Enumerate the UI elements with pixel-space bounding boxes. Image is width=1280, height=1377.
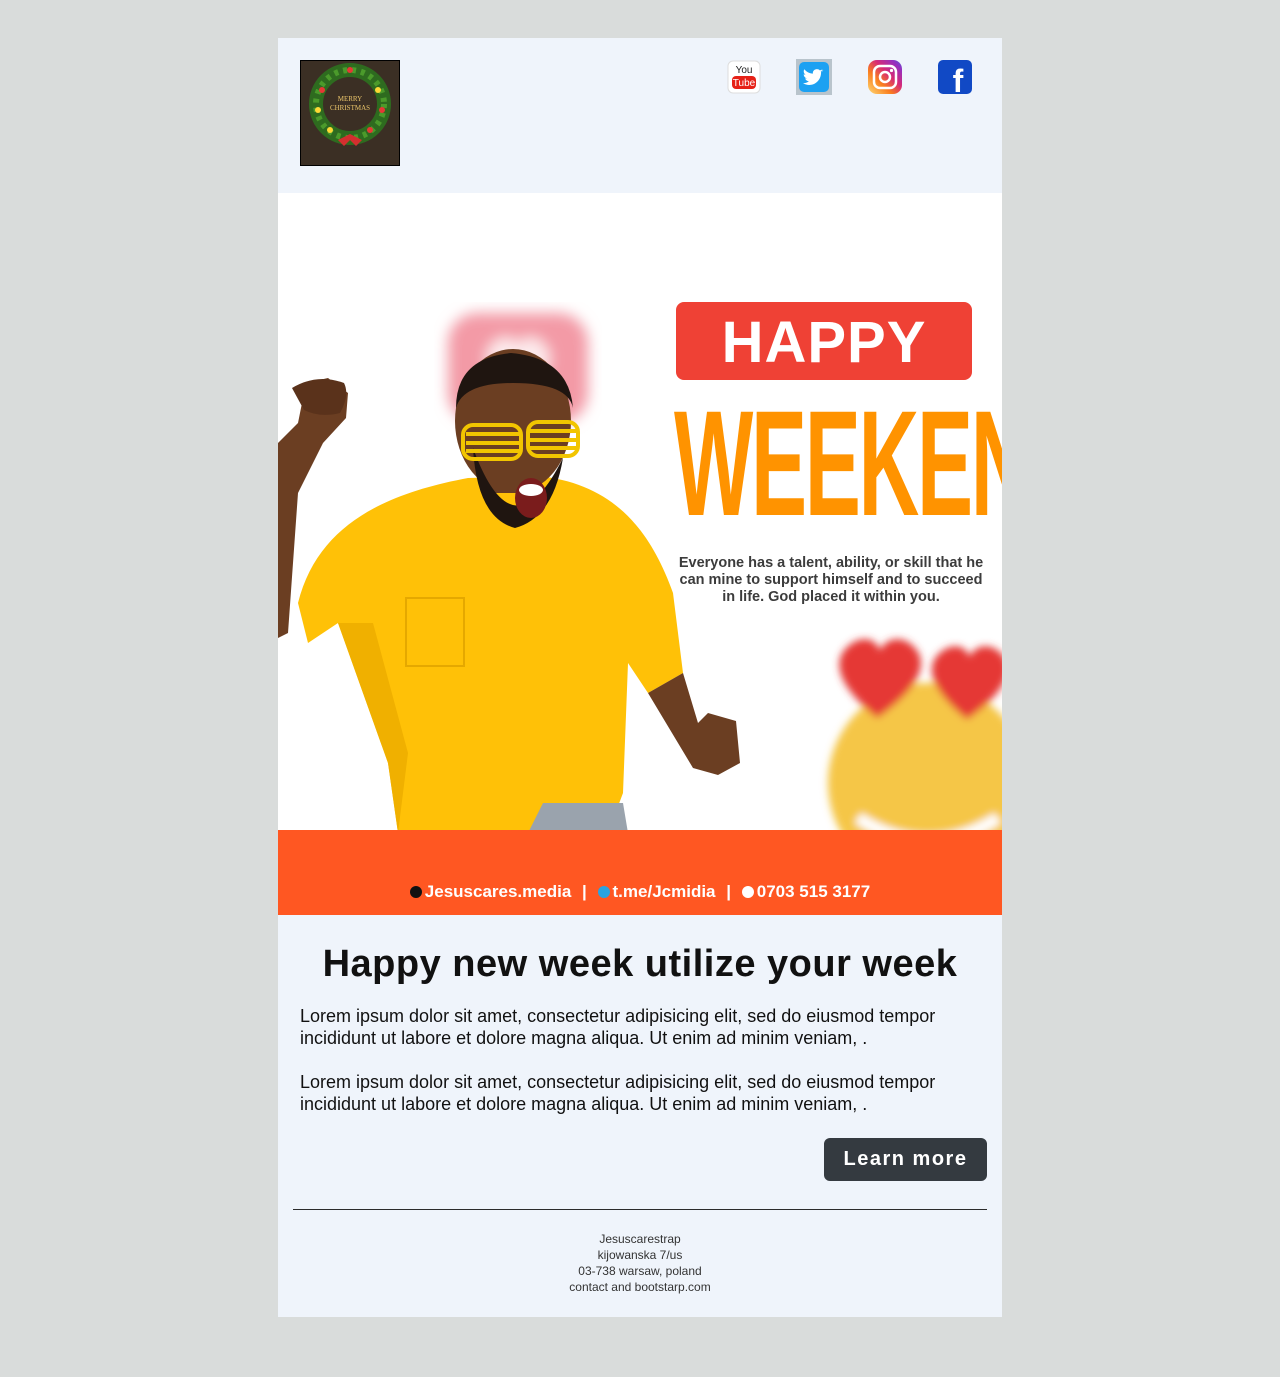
footer-contact: contact and bootstarp.com (569, 1280, 711, 1294)
phone-number: 0703 515 3177 (756, 882, 871, 901)
svg-text:You: You (736, 65, 753, 76)
footer-street: kijowanska 7/us (597, 1248, 683, 1262)
whatsapp-icon (741, 886, 754, 898)
happy-weekend-banner[interactable]: HAPPY WEEKEND Everyone has a talent, abi… (278, 193, 1002, 915)
contact-bar: Jesuscares.media | t.me/Jcmidia | 0703 5… (278, 830, 1002, 915)
instagram-icon[interactable] (867, 59, 903, 95)
footer-city: 03-738 warsaw, poland (578, 1264, 702, 1278)
footer-company: Jesuscarestrap (599, 1232, 681, 1246)
footer-address: Jesuscarestrap kijowanska 7/us 03-738 wa… (278, 1231, 1002, 1295)
banner-tagline: Everyone has a talent, ability, or skill… (678, 555, 984, 605)
telegram-link: t.me/Jcmidia (612, 882, 716, 901)
twitter-icon[interactable] (796, 59, 832, 95)
divider (293, 1209, 987, 1210)
christmas-wreath-logo[interactable]: MERRY CHRISTMAS (300, 60, 400, 166)
weekend-heading: WEEKEND (674, 379, 1002, 547)
happy-heading: HAPPY (676, 302, 972, 380)
tiktok-handle: Jesuscares.media (424, 882, 572, 901)
learn-more-button[interactable]: Learn more (824, 1138, 987, 1181)
youtube-icon[interactable]: You Tube (726, 59, 762, 95)
svg-text:CHRISTMAS: CHRISTMAS (330, 104, 370, 112)
body-paragraph-2: Lorem ipsum dolor sit amet, consectetur … (300, 1072, 936, 1114)
email-container: MERRY CHRISTMAS You Tube f HAPPY WEEKE E… (278, 38, 1002, 1317)
email-header: MERRY CHRISTMAS You Tube f (278, 38, 1002, 193)
svg-text:Tube: Tube (733, 78, 756, 89)
telegram-icon (597, 886, 610, 898)
separator: | (726, 882, 732, 901)
svg-text:f: f (953, 63, 964, 95)
body-paragraph-1: Lorem ipsum dolor sit amet, consectetur … (300, 1006, 936, 1048)
page-title: Happy new week utilize your week (322, 943, 958, 985)
separator: | (582, 882, 587, 901)
contact-line: Jesuscares.media | t.me/Jcmidia | 0703 5… (278, 882, 1002, 902)
tiktok-icon (409, 886, 422, 898)
svg-text:MERRY: MERRY (338, 95, 363, 103)
facebook-icon[interactable]: f (937, 59, 973, 95)
